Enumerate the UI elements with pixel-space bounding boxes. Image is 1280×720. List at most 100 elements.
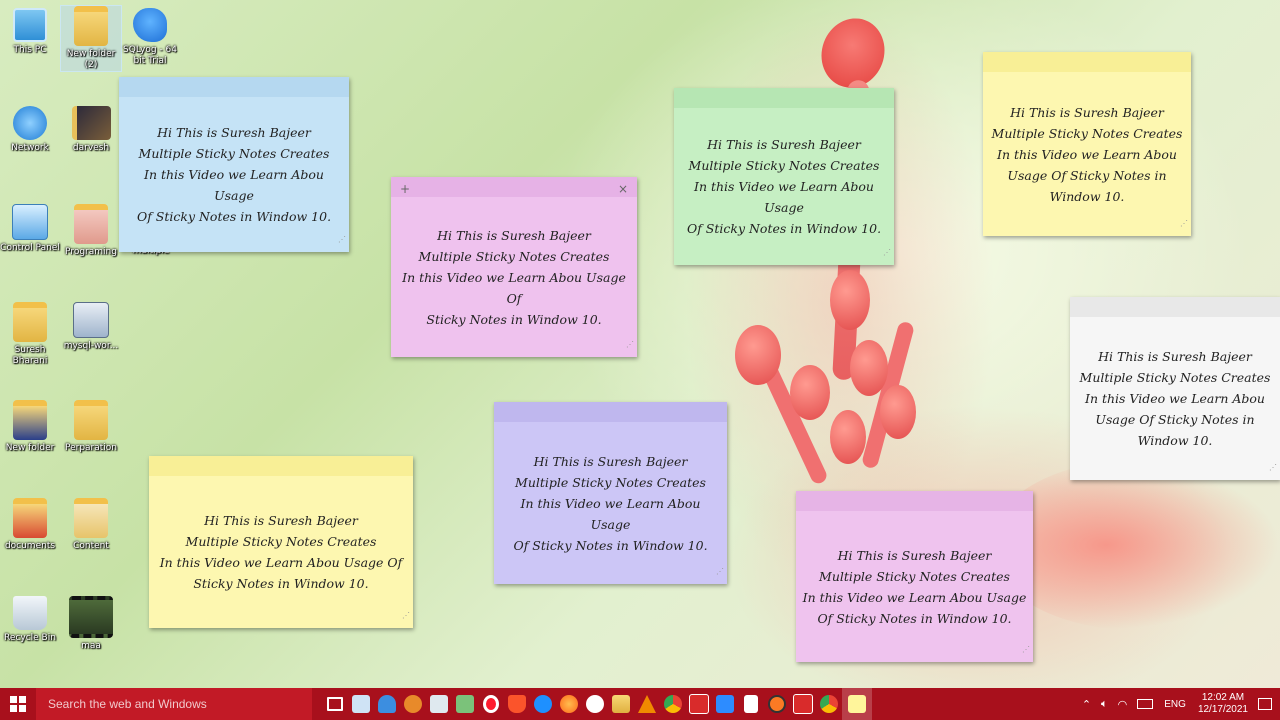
note-line: Of Sticky Notes in Window 10. — [513, 537, 708, 553]
note-line: Window 10. — [1137, 433, 1213, 448]
document-icon[interactable] — [738, 688, 764, 720]
desktop-icon-perparation[interactable]: Perparation — [61, 400, 121, 454]
xampp-icon[interactable] — [764, 688, 790, 720]
taskbar-search-box[interactable]: Search the web and Windows — [36, 688, 312, 720]
edge-icon[interactable] — [530, 688, 556, 720]
notepad-icon[interactable] — [452, 688, 478, 720]
desktop-icon-label: mysql-wor... — [63, 341, 119, 351]
desktop-icon-maa[interactable]: maa — [61, 596, 121, 652]
resize-grip-icon[interactable]: ⋰ — [338, 229, 346, 250]
desktop-icon-sqlyog[interactable]: SQLyog - 64 bit Trial — [120, 8, 180, 67]
desktop-icon-control-panel[interactable]: Control Panel — [0, 204, 60, 254]
media-icon-2[interactable] — [790, 688, 816, 720]
note-title-bar[interactable]: + × — [391, 177, 637, 197]
note-line: In this Video we Learn Abou Usage Of — [159, 555, 403, 570]
brave-icon[interactable] — [504, 688, 530, 720]
vlc-icon[interactable] — [634, 688, 660, 720]
sticky-note[interactable]: Hi This is Suresh Bajeer Multiple Sticky… — [494, 402, 727, 584]
volume-icon[interactable]: 🔈︎ — [1101, 698, 1108, 711]
clock[interactable]: 12:02 AM 12/17/2021 — [1198, 692, 1248, 716]
desktop-icon-documents[interactable]: documents — [0, 498, 60, 552]
resize-grip-icon[interactable]: ⋰ — [402, 605, 410, 626]
start-button[interactable] — [0, 688, 36, 720]
chrome-icon-2[interactable] — [816, 688, 842, 720]
resize-grip-icon[interactable]: ⋰ — [1022, 639, 1030, 660]
sticky-note[interactable]: Hi This is Suresh Bajeer Multiple Sticky… — [674, 88, 894, 265]
network-icon[interactable] — [400, 688, 426, 720]
user-folder-icon — [13, 302, 47, 342]
desktop-icon-content[interactable]: Content — [61, 498, 121, 552]
desktop-icon-new-folder[interactable]: New folder — [0, 400, 60, 454]
desktop-icon-darvesh[interactable]: darvesh — [61, 106, 121, 154]
sticky-note[interactable]: Hi This is Suresh Bajeer Multiple Sticky… — [149, 456, 413, 628]
note-body[interactable]: Hi This is Suresh Bajeer Multiple Sticky… — [494, 422, 727, 584]
folder-icon — [74, 6, 108, 46]
desktop-icon-label: This PC — [13, 45, 47, 55]
notification-center-icon[interactable] — [1258, 698, 1272, 710]
remote-desktop-icon[interactable] — [348, 688, 374, 720]
desktop-icon-this-pc[interactable]: This PC — [0, 8, 60, 56]
task-view-icon[interactable] — [322, 688, 348, 720]
battery-icon[interactable] — [1137, 699, 1154, 709]
sticky-note[interactable]: Hi This is Suresh Bajeer Multiple Sticky… — [119, 77, 349, 252]
desktop-icon-mysql-workbench[interactable]: mysql-wor... — [61, 302, 121, 352]
folder-icon — [74, 400, 108, 440]
note-body[interactable]: Hi This is Suresh Bajeer Multiple Sticky… — [149, 476, 413, 628]
note-title-bar[interactable] — [119, 77, 349, 97]
media-icon[interactable] — [686, 688, 712, 720]
chrome-icon[interactable] — [660, 688, 686, 720]
desktop-icon-label: documents — [4, 541, 56, 551]
wifi-icon[interactable]: ◠ — [1118, 698, 1128, 711]
note-body[interactable]: Hi This is Suresh Bajeer Multiple Sticky… — [983, 72, 1191, 236]
note-body[interactable]: Hi This is Suresh Bajeer Multiple Sticky… — [674, 108, 894, 265]
desktop-icon-programing[interactable]: Programing — [61, 204, 121, 258]
language-indicator[interactable]: ENG — [1164, 699, 1186, 710]
snipping-icon[interactable] — [426, 688, 452, 720]
desktop-icon-label: Suresh Bharani — [12, 345, 48, 366]
flower-anther — [735, 325, 781, 385]
sticky-note-active[interactable]: + × Hi This is Suresh Bajeer Multiple St… — [391, 177, 637, 357]
firefox-icon[interactable] — [556, 688, 582, 720]
note-body[interactable]: Hi This is Suresh Bajeer Multiple Sticky… — [391, 197, 637, 357]
vivaldi-icon[interactable] — [582, 688, 608, 720]
note-title-bar[interactable] — [674, 88, 894, 108]
sticky-notes-icon[interactable] — [842, 688, 872, 720]
note-title-bar[interactable] — [1070, 297, 1280, 317]
desktop-icon-network[interactable]: Network — [0, 106, 60, 154]
note-line: Of Sticky Notes in Window 10. — [686, 221, 882, 236]
note-title-bar[interactable] — [983, 52, 1191, 72]
desktop-icon-suresh-bharani[interactable]: Suresh Bharani — [0, 302, 60, 367]
sticky-note[interactable]: Hi This is Suresh Bajeer Multiple Sticky… — [1070, 297, 1280, 480]
search-placeholder: Search the web and Windows — [48, 697, 207, 711]
chevron-up-icon[interactable]: ⌃ — [1082, 698, 1091, 711]
sticky-note[interactable]: Hi This is Suresh Bajeer Multiple Sticky… — [796, 491, 1033, 662]
note-title-bar[interactable] — [494, 402, 727, 422]
note-title-bar[interactable] — [149, 456, 413, 476]
sticky-note[interactable]: Hi This is Suresh Bajeer Multiple Sticky… — [983, 52, 1191, 236]
opera-icon[interactable] — [478, 688, 504, 720]
note-title-bar[interactable] — [796, 491, 1033, 511]
desktop-icon-new-folder-2[interactable]: New folder (2) — [60, 5, 122, 72]
resize-grip-icon[interactable]: ⋰ — [1269, 457, 1277, 478]
note-line: Sticky Notes in Window 10. — [426, 311, 602, 327]
note-line: Hi This is Suresh Bajeer — [837, 547, 992, 563]
note-line: Hi This is Suresh Bajeer — [1098, 349, 1252, 364]
desktop-icon-recycle-bin[interactable]: Recycle Bin — [0, 596, 60, 644]
zoom-icon[interactable] — [712, 688, 738, 720]
video-file-icon — [69, 596, 113, 638]
note-body[interactable]: Hi This is Suresh Bajeer Multiple Sticky… — [796, 511, 1033, 662]
resize-grip-icon[interactable]: ⋰ — [883, 242, 891, 263]
resize-grip-icon[interactable]: ⋰ — [626, 334, 634, 355]
add-note-icon[interactable]: + — [400, 179, 410, 200]
note-body[interactable]: Hi This is Suresh Bajeer Multiple Sticky… — [119, 97, 349, 252]
note-line: Hi This is Suresh Bajeer — [1010, 104, 1164, 120]
note-body[interactable]: Hi This is Suresh Bajeer Multiple Sticky… — [1070, 317, 1280, 480]
resize-grip-icon[interactable]: ⋰ — [716, 561, 724, 582]
note-line: Multiple Sticky Notes Creates — [688, 158, 880, 173]
resize-grip-icon[interactable]: ⋰ — [1180, 213, 1188, 234]
desktop-icon-label: Recycle Bin — [4, 633, 56, 643]
control-panel-icon — [12, 204, 48, 240]
file-explorer-icon[interactable] — [608, 688, 634, 720]
close-icon[interactable]: × — [618, 179, 628, 200]
user-icon[interactable] — [374, 688, 400, 720]
